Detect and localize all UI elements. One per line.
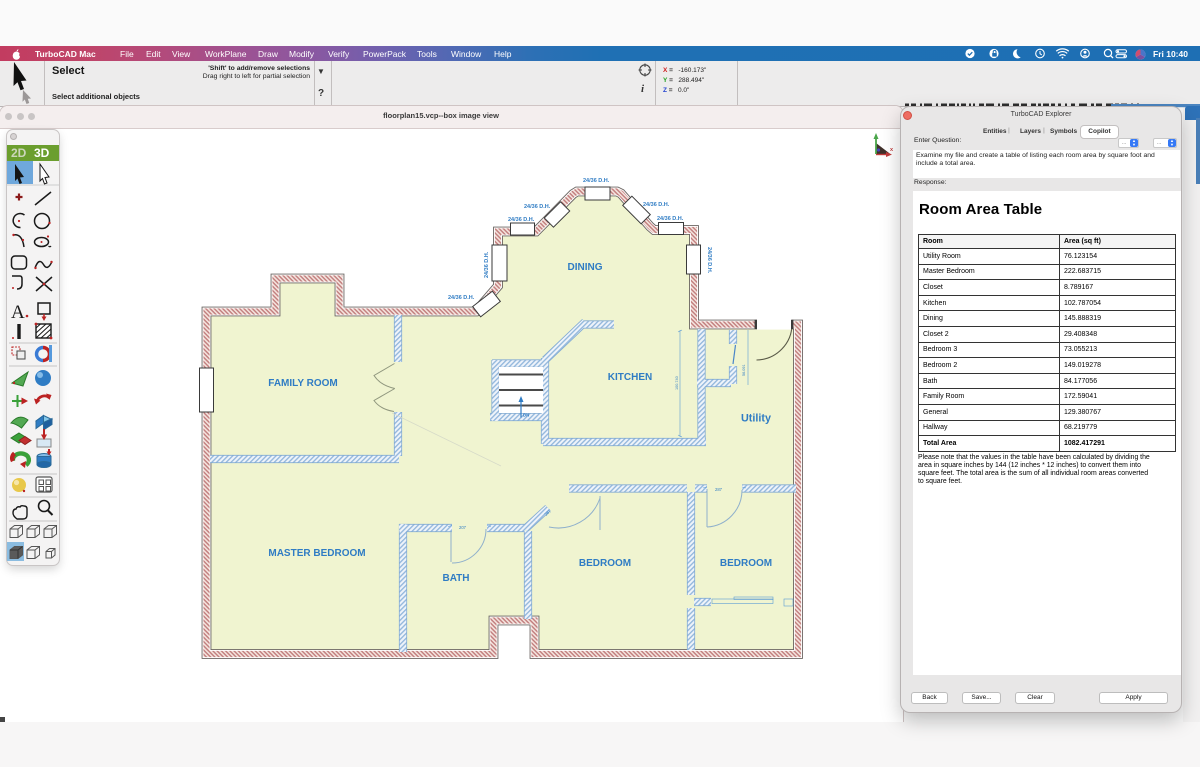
- svg-text:A: A: [11, 302, 25, 323]
- svg-text:DN: DN: [523, 413, 529, 418]
- svg-text:BEDROOM: BEDROOM: [579, 558, 631, 569]
- svg-text:BATH: BATH: [442, 573, 469, 584]
- svg-text:287: 287: [715, 487, 723, 492]
- svg-text:56.091: 56.091: [742, 364, 746, 376]
- svg-text:MASTER BEDROOM: MASTER BEDROOM: [268, 548, 365, 559]
- svg-text:FAMILY ROOM: FAMILY ROOM: [268, 378, 337, 389]
- svg-text:24/36 D.H.: 24/36 D.H.: [448, 295, 475, 301]
- svg-text:DINING: DINING: [568, 262, 603, 273]
- svg-text:24/36 D.H.: 24/36 D.H.: [643, 202, 670, 208]
- svg-text:24/36 D.H.: 24/36 D.H.: [524, 204, 551, 210]
- svg-text:x: x: [890, 147, 894, 153]
- svg-text:24/36 D.H.: 24/36 D.H.: [583, 178, 610, 184]
- svg-text:24/36 D.H.: 24/36 D.H.: [706, 247, 712, 274]
- svg-text:24/36 D.H.: 24/36 D.H.: [484, 251, 490, 278]
- svg-text:207: 207: [459, 525, 467, 530]
- svg-text:KITCHEN: KITCHEN: [608, 372, 652, 383]
- svg-text:24/36 D.H.: 24/36 D.H.: [657, 216, 684, 222]
- svg-text:Utility: Utility: [741, 413, 771, 425]
- svg-text:BEDROOM: BEDROOM: [720, 558, 772, 569]
- svg-text:100.740: 100.740: [675, 376, 679, 390]
- svg-text:24/36 D.H.: 24/36 D.H.: [508, 217, 535, 223]
